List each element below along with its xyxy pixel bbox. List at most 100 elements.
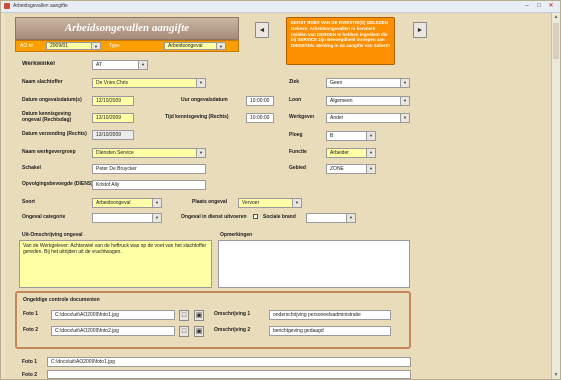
loon-value: Algemeen (330, 98, 353, 104)
arrow-right-icon: ► (416, 27, 424, 34)
label-plaats: Plaats ongeval (192, 199, 228, 205)
filter-label-type: Type (109, 43, 120, 49)
opmerkingen-textarea[interactable] (218, 240, 410, 288)
type-select[interactable]: Arbeidsongeval ▼ (164, 42, 226, 50)
naam-slachtoffer-value: De Vries Chris (96, 80, 129, 86)
label-gebied: Gebied (289, 165, 306, 171)
maximize-button[interactable]: □ (534, 2, 544, 10)
open-document-icon[interactable]: ▣ (194, 326, 204, 337)
label-werkgever-r: Werkgever (289, 114, 315, 120)
plaats-value: Vervoer (242, 200, 260, 206)
bottom-row-2-label: Foto 2 (22, 372, 37, 378)
bottom-row-1-field[interactable]: C:\docs\uit\AO2009\foto1.jpg (47, 357, 411, 367)
window-title: Arbeidsgevallen aangifte (13, 3, 68, 9)
nav-next-button[interactable]: ► (413, 22, 427, 38)
chevron-down-icon: ▼ (400, 79, 409, 87)
doc-2-desc-field[interactable]: berichtgeving gedaagd (269, 326, 391, 336)
doc-row-2-label: Foto 2 (23, 327, 38, 333)
label-sociale-brand: Sociale brand (263, 214, 296, 220)
bottom-row-2-field[interactable] (47, 370, 411, 379)
chevron-down-icon: ▼ (196, 149, 205, 157)
documents-section: Ongeldige controle documenten Foto 1 C:\… (15, 291, 411, 349)
nav-back-button[interactable]: ◄ (255, 22, 269, 38)
chevron-down-icon: ▼ (292, 199, 301, 207)
ao-number-select[interactable]: 2009/01 ▼ (46, 42, 101, 50)
ongeval-in-dienst-checkbox[interactable] (253, 214, 258, 219)
label-opmerkingen: Opmerkingen (220, 232, 253, 238)
soort-select[interactable]: Arbeidsongeval ▼ (92, 198, 162, 208)
open-document-icon[interactable]: ▣ (194, 310, 204, 321)
label-datum-verzending: Datum verzending (Rechts) (22, 131, 87, 137)
ao-number-value: 2009/01 (50, 43, 69, 49)
folder-icon[interactable]: □ (179, 310, 189, 321)
werkgever-value: Ander (330, 115, 344, 121)
scroll-thumb[interactable] (553, 23, 559, 59)
opvolger-field[interactable]: Kristof Ally (92, 180, 206, 190)
ziek-value: Geen (330, 80, 343, 86)
naam-slachtoffer-select[interactable]: De Vries Chris ▼ (92, 78, 206, 88)
chevron-down-icon: ▼ (91, 43, 100, 49)
label-ongeval-in-dienst: Ongeval in dienst uitvoeren (181, 214, 247, 220)
datum-aangifte-field[interactable]: 13/10/2009 (92, 113, 134, 123)
filter-label-ao: AO nr (20, 43, 34, 49)
label-loon: Loon (289, 97, 302, 103)
datum-ongeval-field[interactable]: 12/10/2009 (92, 96, 134, 106)
werkgever-select[interactable]: Ander ▼ (326, 113, 410, 123)
chevron-down-icon: ▼ (138, 61, 147, 69)
label-ziek: Ziek (289, 79, 300, 85)
type-value: Arbeidsongeval (168, 43, 203, 49)
tijd-aangifte-field[interactable]: 10:00:00 (246, 113, 274, 123)
documents-title: Ongeldige controle documenten (23, 297, 100, 303)
functie-value: Arbeider (330, 150, 349, 156)
label-functie: Functie (289, 149, 307, 155)
loon-select[interactable]: Algemeen ▼ (326, 96, 410, 106)
werkwinkel-select[interactable]: AT ▼ (92, 60, 148, 70)
pointer-icon: ◄ (258, 27, 266, 34)
chevron-down-icon: ▼ (152, 199, 161, 207)
doc-row-1-desc-label: Omschrijving 1 (214, 311, 251, 317)
doc-1-desc-field[interactable]: onderschrijving personeelsadministratie (269, 310, 391, 320)
label-datum-aangifte: Datum kennisgeving ongeval (Rechtsdag) (22, 111, 72, 123)
doc-2-path-field[interactable]: C:\docs\uit\AO2009\foto2.jpg (51, 326, 175, 336)
gebied-select[interactable]: ZONE ▼ (326, 164, 376, 174)
doc-1-path-field[interactable]: C:\docs\uit\AO2009\foto1.jpg (51, 310, 175, 320)
uur-ongeval-field[interactable]: 10:00:00 (246, 96, 274, 106)
label-werkwinkel: Werkwinkel (22, 61, 55, 67)
title-bar: Arbeidsgevallen aangifte – □ ✕ (1, 1, 560, 13)
plaats-select[interactable]: Vervoer ▼ (238, 198, 302, 208)
chevron-down-icon: ▼ (152, 214, 161, 222)
label-uur-ongeval: Uur ongevalsdatum (181, 97, 228, 103)
ongeval-categorie-select[interactable]: ▼ (92, 213, 162, 223)
chevron-down-icon: ▼ (400, 97, 409, 105)
label-ploeg: Ploeg (289, 132, 303, 138)
minimize-button[interactable]: – (522, 2, 532, 10)
label-ongeval-categorie: Ongeval categorie (22, 214, 66, 220)
vertical-scrollbar[interactable]: ▲ ▼ (551, 13, 560, 379)
scroll-up-icon[interactable]: ▲ (552, 13, 560, 21)
ziek-select[interactable]: Geen ▼ (326, 78, 410, 88)
bottom-row-1-label: Foto 1 (22, 359, 37, 365)
label-schakel: Schakel (22, 165, 41, 171)
ploeg-value: B (330, 133, 334, 139)
label-datum-ongeval: Datum ongevalsdatum(s) (22, 97, 82, 103)
label-omschrijving: Uit-Omschrijving ongeval (22, 232, 83, 238)
scroll-down-icon[interactable]: ▼ (552, 371, 560, 379)
sociale-brand-select[interactable]: ▼ (306, 213, 356, 223)
label-opvolger: Opvolgingsbevoegde (DIENS) (22, 181, 93, 187)
doc-row-1-label: Foto 1 (23, 311, 38, 317)
schakel-field[interactable]: Peter De Bruycker (92, 164, 206, 174)
soort-value: Arbeidsongeval (96, 200, 131, 206)
chevron-down-icon: ▼ (346, 214, 355, 222)
datum-verzending-field[interactable]: 13/10/2009 (92, 130, 134, 140)
label-soort: Soort (22, 199, 36, 205)
naam-werkgever-select[interactable]: Diensten Service ▼ (92, 148, 206, 158)
omschrijving-textarea[interactable]: Van de Werkgelever: Achterwiel van de he… (19, 240, 212, 288)
close-button[interactable]: ✕ (546, 2, 556, 10)
folder-icon[interactable]: □ (179, 326, 189, 337)
functie-select[interactable]: Arbeider ▼ (326, 148, 376, 158)
gebied-value: ZONE (330, 166, 344, 172)
label-tijd-aangifte: Tijd kennisgeving (Rechts) (165, 114, 229, 120)
ploeg-select[interactable]: B ▼ (326, 131, 376, 141)
filter-bar: AO nr 2009/01 ▼ Type Arbeidsongeval ▼ (15, 40, 239, 52)
chevron-down-icon: ▼ (400, 114, 409, 122)
